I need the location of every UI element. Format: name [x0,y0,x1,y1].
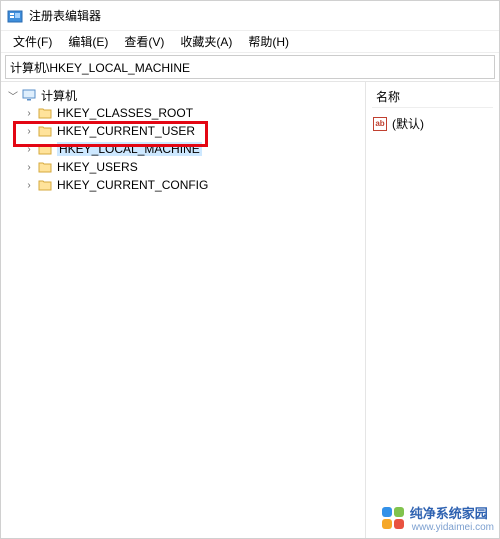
folder-icon [37,177,53,193]
tree-item-label: HKEY_LOCAL_MACHINE [57,142,202,156]
tree-item-hku[interactable]: › HKEY_USERS [23,158,365,176]
chevron-right-icon[interactable]: › [23,179,35,191]
chevron-right-icon[interactable]: › [23,107,35,119]
tree-pane: ﹀ 计算机 › HKEY_CLASSES_ROOT [1,82,366,538]
menu-favorites[interactable]: 收藏夹(A) [172,31,240,52]
value-row-default[interactable]: ab (默认) [372,114,493,133]
tree-root-label: 计算机 [41,87,77,104]
watermark-logo-icon [382,507,404,529]
watermark-text: 纯净系统家园 [410,503,494,522]
menu-file[interactable]: 文件(F) [5,31,60,52]
window-title: 注册表编辑器 [29,7,101,24]
chevron-right-icon[interactable]: › [23,125,35,137]
computer-icon [21,87,37,103]
tree-item-label: HKEY_CURRENT_USER [57,124,195,138]
chevron-right-icon[interactable]: › [23,143,35,155]
chevron-right-icon[interactable]: › [23,161,35,173]
window: 注册表编辑器 文件(F) 编辑(E) 查看(V) 收藏夹(A) 帮助(H) 计算… [0,0,500,539]
tree-item-hklm[interactable]: › HKEY_LOCAL_MACHINE [23,140,365,158]
reg-string-icon: ab [372,116,388,132]
watermark: 纯净系统家园 www.yidaimei.com [382,503,494,533]
address-text: 计算机\HKEY_LOCAL_MACHINE [10,59,190,76]
folder-icon [37,159,53,175]
content-area: ﹀ 计算机 › HKEY_CLASSES_ROOT [1,81,499,538]
tree-item-label: HKEY_CLASSES_ROOT [57,106,193,120]
menubar: 文件(F) 编辑(E) 查看(V) 收藏夹(A) 帮助(H) [1,31,499,53]
menu-edit[interactable]: 编辑(E) [60,31,116,52]
values-pane: 名称 ab (默认) [366,82,499,538]
folder-icon [37,141,53,157]
column-header-name[interactable]: 名称 [372,86,493,108]
tree-item-label: HKEY_CURRENT_CONFIG [57,178,208,192]
menu-help[interactable]: 帮助(H) [240,31,297,52]
tree-item-hkcc[interactable]: › HKEY_CURRENT_CONFIG [23,176,365,194]
chevron-down-icon[interactable]: ﹀ [7,89,19,101]
tree-root-computer[interactable]: ﹀ 计算机 [7,86,365,104]
watermark-url: www.yidaimei.com [412,522,494,533]
tree-item-hkcr[interactable]: › HKEY_CLASSES_ROOT [23,104,365,122]
folder-icon [37,105,53,121]
value-name: (默认) [392,115,424,132]
address-bar[interactable]: 计算机\HKEY_LOCAL_MACHINE [5,55,495,79]
folder-icon [37,123,53,139]
watermark-text-block: 纯净系统家园 www.yidaimei.com [410,503,494,533]
tree-item-label: HKEY_USERS [57,160,138,174]
menu-view[interactable]: 查看(V) [116,31,172,52]
titlebar: 注册表编辑器 [1,1,499,31]
tree-item-hkcu[interactable]: › HKEY_CURRENT_USER [23,122,365,140]
regedit-icon [7,8,23,24]
registry-tree: ﹀ 计算机 › HKEY_CLASSES_ROOT [5,86,365,194]
